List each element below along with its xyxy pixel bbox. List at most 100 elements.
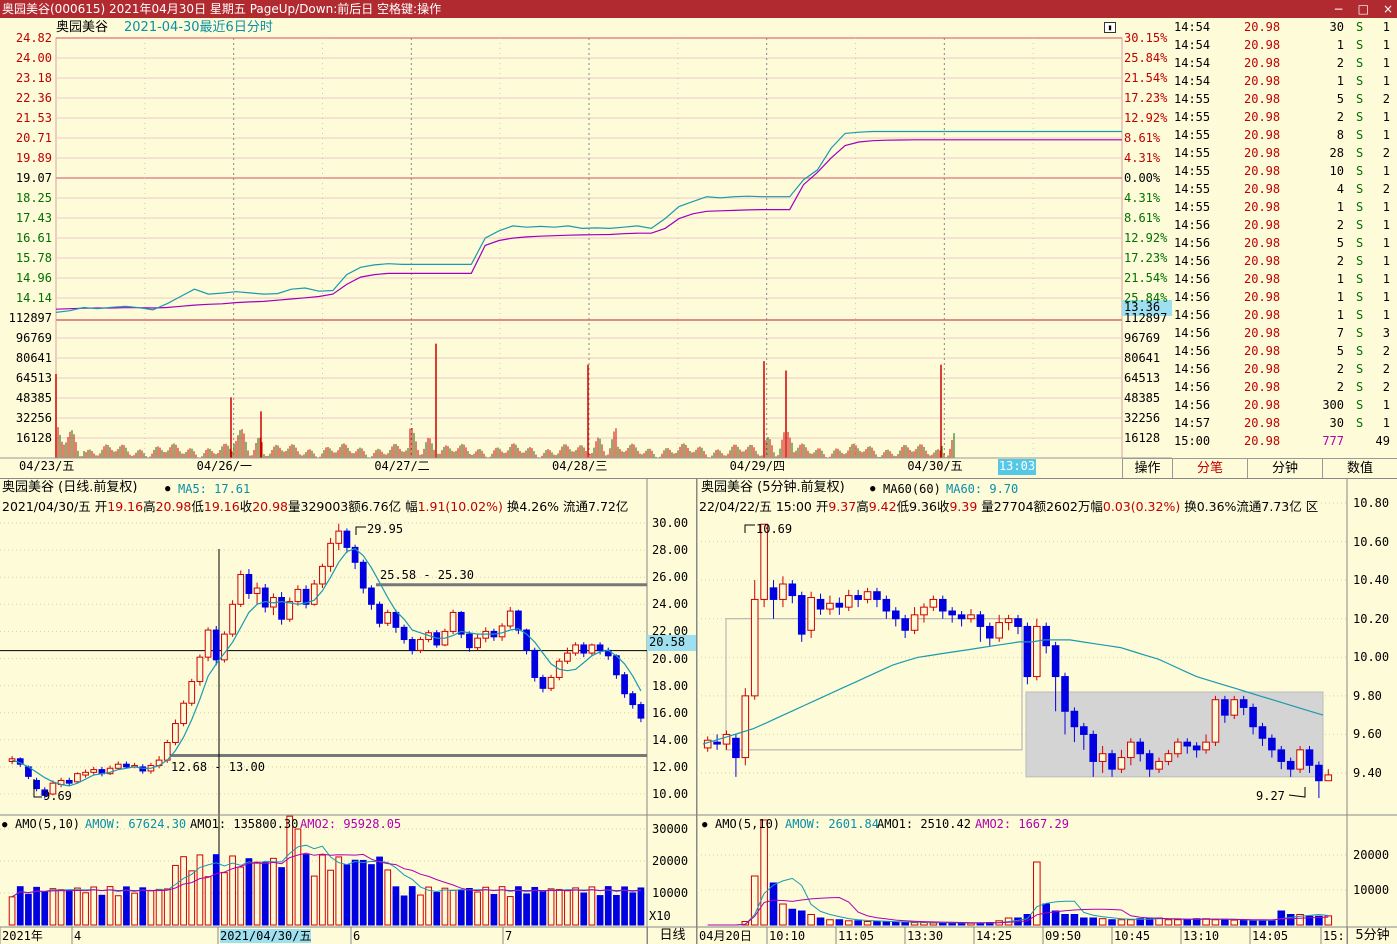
daily-candle	[368, 587, 375, 605]
daily-candle	[580, 644, 588, 654]
daily-amo-bar	[335, 856, 343, 926]
trade-vol: 4	[1336, 182, 1344, 196]
trade-price: 20.98	[1244, 128, 1281, 142]
maximize-button[interactable]: □	[1358, 0, 1369, 18]
trade-row: 14:56 20.98 1 S 1	[1172, 306, 1397, 324]
daily-amo-bar	[359, 859, 367, 926]
trade-side: S	[1356, 380, 1364, 394]
pct-tick: 21.54%	[1124, 271, 1168, 285]
min5-x-label: 13:10	[1183, 929, 1220, 943]
daily-amo-bar	[106, 886, 114, 926]
min5-x-label: 15:	[1323, 929, 1345, 943]
daily-amt: 6.76亿	[360, 499, 402, 514]
min5-candle	[873, 591, 881, 600]
trade-side: S	[1356, 182, 1364, 196]
daily-y-tick: 26.00	[652, 570, 689, 585]
min5-amo-bar	[957, 922, 966, 926]
trade-price: 20.98	[1244, 38, 1281, 52]
trade-time: 14:56	[1174, 362, 1211, 376]
volume-tick-right: 112897	[1124, 311, 1168, 325]
pct-tick: 12.92%	[1124, 231, 1168, 245]
trade-side: S	[1356, 92, 1364, 106]
daily-period-tab[interactable]: 日线	[647, 927, 696, 944]
min5-info-date: 22/04/22/五	[699, 499, 772, 514]
volume-tick: 48385	[15, 391, 52, 405]
trade-side: S	[1356, 236, 1364, 250]
trade-vol: 1	[1336, 200, 1344, 214]
daily-open: 19.16	[107, 499, 144, 514]
intraday-chart[interactable]	[0, 18, 1172, 477]
min5-candle	[769, 587, 778, 600]
daily-amo-bar	[82, 892, 89, 926]
min5-candle	[995, 622, 1003, 639]
intraday-chart-panel[interactable]: 奥园美谷 2021-04-30最近6日分时 ▮ 13.36 13:03 24.8…	[0, 18, 1172, 477]
daily-amo-bar	[245, 858, 253, 926]
tab-values[interactable]: 数值	[1322, 459, 1397, 478]
daily-amo-bar	[547, 888, 555, 926]
daily-high-label: 高	[143, 499, 156, 514]
daily-amo-bar	[515, 886, 522, 926]
trade-price: 20.98	[1244, 308, 1281, 322]
trade-vol: 8	[1336, 128, 1344, 142]
daily-candle	[343, 530, 351, 548]
min5-y-tick: 9.40	[1353, 766, 1382, 780]
min5-candle	[741, 695, 750, 759]
daily-amo-bar	[637, 887, 645, 926]
daily-kline-chart[interactable]	[0, 479, 697, 944]
5min-kline-chart[interactable]	[697, 479, 1397, 944]
trade-vol: 30	[1329, 416, 1344, 430]
dot-icon: ●	[870, 484, 876, 494]
daily-candle	[90, 769, 98, 773]
min5-amo2: AMO2: 1667.29	[975, 817, 1069, 831]
daily-amt-label: 额	[348, 499, 361, 514]
date-label: 04/29/四	[729, 459, 786, 473]
panel-toggle-icon[interactable]: ▮	[1104, 22, 1116, 33]
trade-price: 20.98	[1244, 380, 1281, 394]
minimize-button[interactable]: −	[1334, 0, 1344, 18]
min5-period-tab[interactable]: 5分钟	[1347, 927, 1397, 944]
trade-side: S	[1356, 254, 1364, 268]
trade-n: 1	[1382, 416, 1390, 430]
daily-y-tick: 18.00	[652, 678, 689, 693]
volume-tick-right: 80641	[1124, 351, 1161, 365]
intraday-stock-name: 奥园美谷	[56, 20, 109, 35]
daily-amo-bar	[221, 872, 228, 926]
daily-candle	[65, 779, 73, 784]
min5-amo-bar	[854, 920, 862, 926]
daily-candle	[327, 542, 334, 567]
min5-amo-bar	[891, 921, 900, 926]
trade-time: 14:55	[1174, 110, 1211, 124]
min5-y-tick: 9.60	[1353, 727, 1382, 742]
trade-n: 1	[1382, 290, 1390, 304]
min5-candle	[835, 602, 844, 608]
pct-tick: 17.23%	[1124, 91, 1168, 105]
trade-row: 14:56 20.98 2 S 2	[1172, 360, 1397, 378]
min5-vol: 27704	[993, 499, 1034, 514]
tab-ticks[interactable]: 分笔	[1172, 459, 1247, 478]
tab-minute[interactable]: 分钟	[1247, 459, 1322, 478]
daily-amo-bar	[327, 869, 334, 926]
5min-kline-panel[interactable]: 奥园美谷 (5分钟.前复权) ● MA60(60) MA60: 9.70 22/…	[697, 478, 1397, 944]
trade-price: 20.98	[1244, 344, 1281, 358]
close-button[interactable]: ×	[1383, 0, 1393, 18]
daily-amo-bar	[417, 894, 424, 926]
trade-ticks-list[interactable]: 14:54 20.98 30 S 1 14:54 20.98 1 S 1 14:54 20.98 2 S 1…	[1172, 18, 1397, 458]
daily-candle	[531, 649, 539, 678]
min5-amo-tick: 10000	[1353, 883, 1390, 897]
min5-candle	[1061, 676, 1069, 712]
min5-amo-bar	[882, 921, 891, 926]
daily-amo-bar	[482, 886, 490, 926]
window-buttons: − □ ×	[1334, 0, 1393, 18]
tab-operate[interactable]: 操作	[1122, 459, 1172, 478]
min5-amo-bar	[1221, 919, 1229, 926]
min5-candle	[807, 597, 815, 631]
min5-x-label: 09:50	[1045, 929, 1082, 943]
min5-y-tick: 10.60	[1353, 534, 1390, 549]
min5-candle	[844, 595, 853, 608]
daily-kline-panel[interactable]: 奥园美谷 (日线.前复权) ● MA5: 17.61 2021/04/30/五 …	[0, 478, 697, 944]
min5-amo-bar	[910, 922, 919, 926]
daily-candle	[596, 644, 604, 651]
min5-amo-bar	[1061, 914, 1069, 926]
trade-vol: 777	[1322, 434, 1344, 448]
min5-amo-bar	[920, 922, 928, 926]
